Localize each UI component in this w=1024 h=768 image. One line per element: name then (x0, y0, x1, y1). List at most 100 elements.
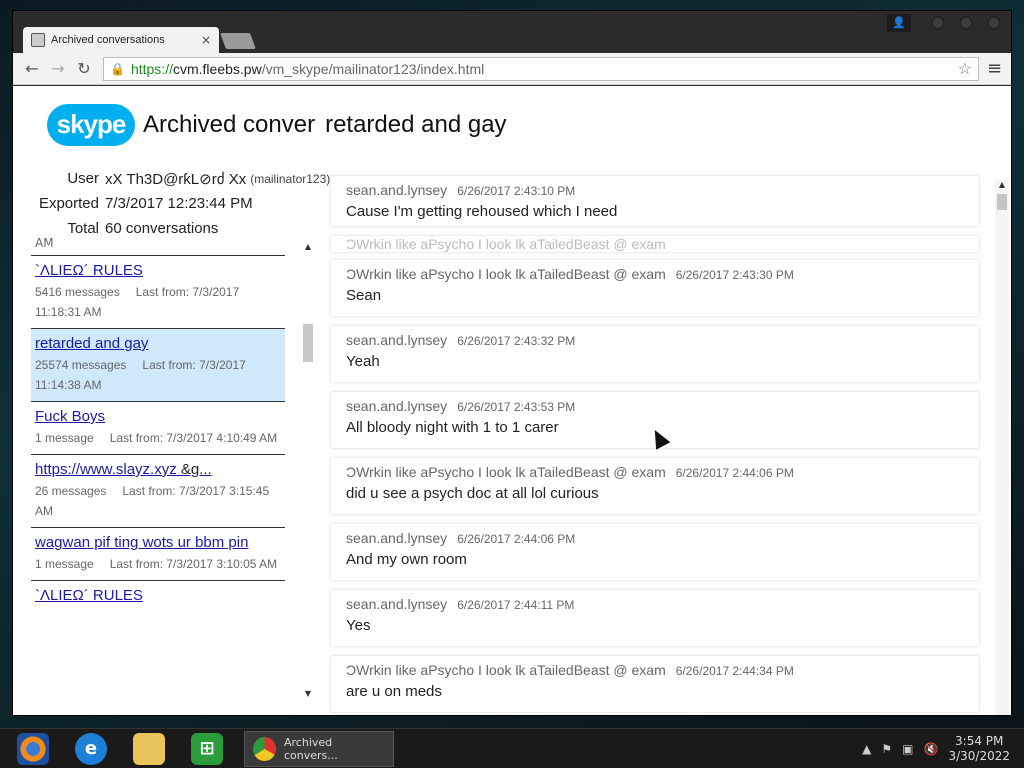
url-scheme: https:// (130, 60, 173, 77)
menu-icon[interactable]: ≡ (987, 58, 1002, 79)
scroll-thumb[interactable] (997, 194, 1007, 210)
message-sender: sean.and.lynsey (346, 530, 448, 546)
tab-archived-conversations[interactable]: Archived conversations × (23, 27, 219, 53)
message-time: 6/26/2017 2:43:53 PM (457, 400, 576, 414)
tab-close-icon[interactable]: × (201, 33, 211, 47)
message-time: 6/26/2017 2:44:34 PM (675, 664, 794, 678)
message-sender: sean.and.lynsey (346, 182, 448, 198)
message-count: 5416 messages (35, 285, 120, 299)
conversation-info: 26 messages Last from: 7/3/2017 3:15:45 A… (35, 481, 281, 521)
chrome-icon (253, 736, 276, 761)
last-from: Last from: 7/3/2017 4:10:49 AM (109, 431, 278, 445)
skype-logo: skype (47, 104, 135, 146)
clock-time: 3:54 PM (955, 733, 1004, 748)
close-window-button[interactable] (987, 16, 1001, 30)
title-conversation: retarded and gay (325, 111, 507, 138)
scroll-up-icon[interactable]: ▲ (302, 242, 314, 251)
lock-icon: 🔒 (110, 61, 125, 76)
last-from: Last from: 7/3/2017 3:10:05 AM (109, 557, 278, 571)
conversation-link[interactable]: wagwan pif ting wots ur bbm pin (35, 532, 281, 554)
scroll-up-icon[interactable]: ▲ (995, 180, 1009, 189)
conversation-link[interactable]: retarded and gay (35, 333, 281, 355)
conversation-info: 25574 messages Last from: 7/3/2017 11:14:… (35, 355, 281, 395)
show-hidden-icon[interactable]: ▲ (862, 742, 871, 756)
message-text: are u on meds (346, 683, 442, 700)
volume-icon[interactable]: 🔇 (924, 742, 939, 756)
conversation-info: 1 message Last from: 7/3/2017 4:10:49 AM (35, 428, 281, 448)
scroll-thumb[interactable] (303, 324, 313, 362)
list-item[interactable]: https://www.slayz.xyz &g... 26 messages L… (31, 455, 285, 528)
user-value: xX Th3D@rƙL⊘rძ Xx (105, 170, 247, 188)
system-tray: ▲ ⚑ ▣ 🔇 3:54 PM 3/30/2022 (862, 734, 1024, 764)
message-sender: ƆWrkin like aPsycho I look lk aTailedBea… (346, 464, 666, 480)
exported-label: Exported (38, 195, 99, 212)
user-handle: (mailinator123) (250, 171, 331, 186)
clock[interactable]: 3:54 PM 3/30/2022 (948, 734, 1010, 764)
clock-date: 3/30/2022 (948, 748, 1010, 763)
message-time: 6/26/2017 2:43:32 PM (457, 334, 576, 348)
list-item[interactable]: Fuck Boys 1 message Last from: 7/3/2017 4… (31, 402, 285, 455)
ie-icon[interactable]: e (66, 730, 116, 768)
maximize-button[interactable] (959, 16, 973, 30)
list-item-partial: AM (35, 236, 54, 250)
conversation-list: AM `ΛLIΕΩ´ RULES 5416 messages Last from:… (31, 236, 285, 706)
message-card: sean.and.lynsey 6/26/2017 2:43:10 PM Caus… (331, 176, 979, 226)
message-card: sean.and.lynsey 6/26/2017 2:44:11 PM Yes (331, 590, 979, 646)
export-meta: User xX Th3D@rƙL⊘rძ Xx (mailinator123) E… (31, 166, 351, 241)
message-time: 6/26/2017 2:43:10 PM (457, 184, 576, 198)
list-item[interactable]: `ΛLIΕΩ´ RULES (31, 581, 285, 613)
message-time: 6/26/2017 2:44:06 PM (457, 532, 576, 546)
taskbar-chrome-task[interactable]: Archived convers... (244, 730, 394, 767)
conversation-link[interactable]: https://www.slayz.xyz &g... (35, 459, 281, 481)
message-card-collapsed: ƆWrkin like aPsycho I look lk aTailedBea… (331, 236, 979, 252)
reload-icon[interactable]: ↻ (71, 57, 97, 81)
address-bar[interactable]: 🔒 https:// cvm.fleebs.pw /vm_skype/maili… (103, 56, 979, 81)
network-icon[interactable]: ▣ (902, 742, 913, 756)
list-item[interactable]: wagwan pif ting wots ur bbm pin 1 messag… (31, 528, 285, 581)
user-label: User (67, 170, 99, 187)
url-host: cvm.fleebs.pw (172, 60, 262, 77)
message-count: 26 messages (35, 484, 107, 498)
total-value: 60 conversations (105, 220, 219, 237)
conversation-link-tail: &g... (176, 461, 212, 478)
message-text: Yeah (346, 353, 380, 370)
forward-icon[interactable]: → (45, 57, 71, 81)
task-label: Archived convers... (284, 735, 338, 762)
message-sender: ƆWrkin like aPsycho I look lk aTailedBea… (346, 236, 666, 252)
page-scrollbar[interactable]: ▲ (995, 180, 1009, 715)
star-icon[interactable]: ☆ (958, 59, 972, 79)
conversation-link[interactable]: Fuck Boys (35, 406, 281, 428)
conversation-link[interactable]: `ΛLIΕΩ´ RULES (35, 260, 281, 282)
message-sender: sean.and.lynsey (346, 332, 448, 348)
message-sender: sean.and.lynsey (346, 596, 448, 612)
list-item[interactable]: `ΛLIΕΩ´ RULES 5416 messages Last from: 7/… (31, 256, 285, 329)
user-icon[interactable]: 👤 (887, 14, 911, 32)
conversation-info: 1 message Last from: 7/3/2017 3:10:05 AM (35, 554, 281, 574)
tab-title: Archived conversations (51, 34, 165, 46)
message-sender: sean.and.lynsey (346, 398, 448, 414)
page-header: skype Archived conver retarded and gay (47, 103, 507, 147)
scroll-down-icon[interactable]: ▼ (302, 689, 314, 698)
message-card: sean.and.lynsey 6/26/2017 2:43:32 PM Yeah (331, 326, 979, 382)
message-time: 6/26/2017 2:44:11 PM (457, 598, 575, 612)
message-text: Yes (346, 617, 371, 634)
message-count: 25574 messages (35, 358, 127, 372)
back-icon[interactable]: ← (19, 57, 45, 81)
flag-icon[interactable]: ⚑ (881, 742, 892, 756)
store-icon[interactable]: ⊞ (182, 730, 232, 768)
url-path: /vm_skype/mailinator123/index.html (261, 60, 485, 77)
new-tab-button[interactable] (220, 33, 256, 49)
list-item-selected[interactable]: retarded and gay 25574 messages Last from… (31, 329, 285, 402)
conversation-list-scrollbar[interactable]: ▲ ▼ (302, 242, 314, 698)
browser-window: 👤 Archived conversations × ← → ↻ 🔒 https… (12, 10, 1012, 716)
conversation-link[interactable]: `ΛLIΕΩ´ RULES (35, 585, 281, 607)
message-card: ƆWrkin like aPsycho I look lk aTailedBea… (331, 458, 979, 514)
page-favicon-icon (31, 33, 45, 47)
explorer-icon[interactable] (124, 730, 174, 768)
message-text: Sean (346, 287, 382, 304)
windows-media-icon[interactable] (8, 730, 58, 768)
message-card: ƆWrkin like aPsycho I look lk aTailedBea… (331, 656, 979, 712)
message-time: 6/26/2017 2:44:06 PM (675, 466, 794, 480)
conversation-link-text[interactable]: https://www.slayz.xyz (35, 461, 177, 478)
minimize-button[interactable] (931, 16, 945, 30)
